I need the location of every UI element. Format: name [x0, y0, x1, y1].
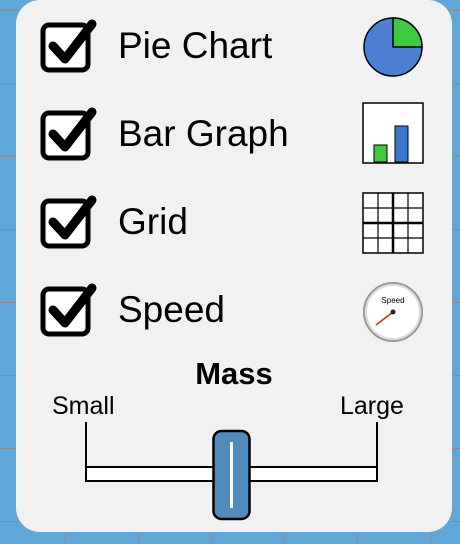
control-panel: Pie Chart Bar Graph Grid Speed Speed Mas…: [16, 0, 452, 532]
mass-slider-thumb[interactable]: [212, 429, 251, 521]
mass-slider[interactable]: [16, 0, 452, 532]
